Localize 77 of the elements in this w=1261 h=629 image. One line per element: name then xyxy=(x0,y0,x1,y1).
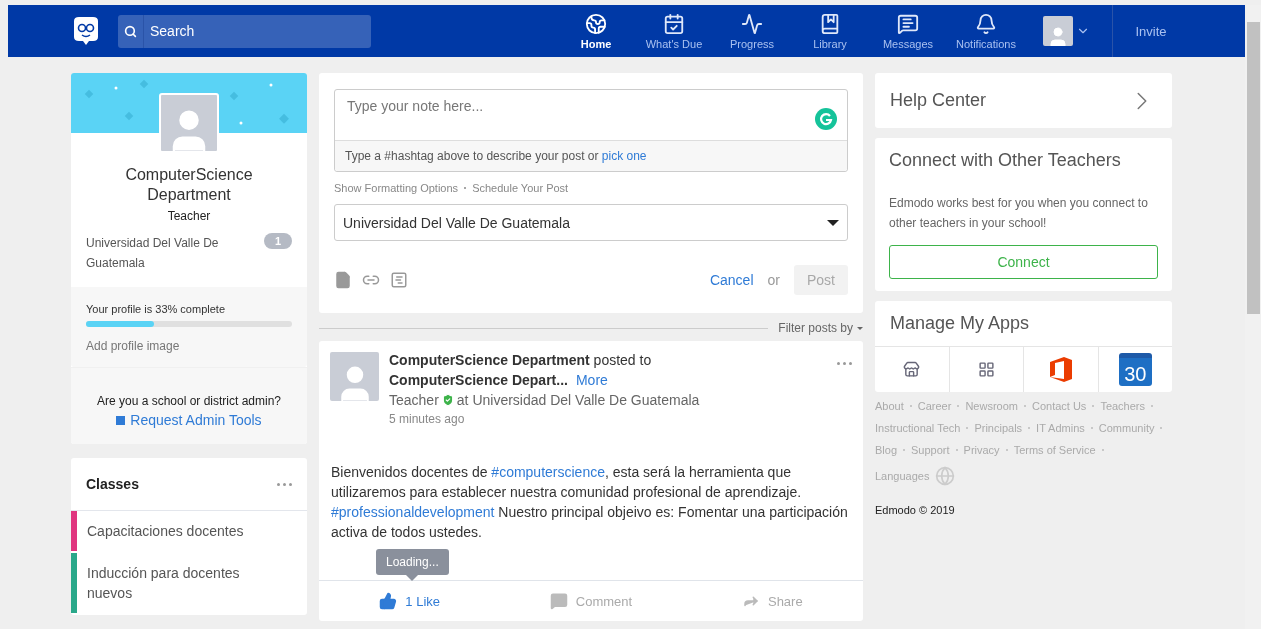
author-school: at Universidad Del Valle De Guatemala xyxy=(456,392,700,408)
profile-completion-label: Your profile is 33% complete xyxy=(86,303,226,315)
classes-title: Classes xyxy=(86,476,139,492)
nav-tab[interactable]: Home xyxy=(557,12,635,50)
nav-tab[interactable]: Progress xyxy=(713,12,791,50)
school-name[interactable]: Universidad Del Valle De Guatemala xyxy=(86,233,226,273)
footer-link[interactable]: Instructional Tech xyxy=(875,422,961,434)
post-target[interactable]: ComputerScience Depart... xyxy=(389,372,568,388)
admin-question: Are you a school or district admin? xyxy=(95,394,283,408)
nav-tab[interactable]: What's Due xyxy=(635,12,713,50)
hashtag-hint: Type a #hashtag above to describe your post or pick one xyxy=(335,140,847,171)
post-text: Bienvenidos docentes de #computerscience, esta será la herramienta que utilizaremos para establecer nuestra comunidad profesional de aprendizaje. #professionaldevelopment Nuestro principal objeivo es: Fomentar una participación activa de todos ustedes. xyxy=(331,463,849,542)
option-link[interactable]: Show Formatting Options xyxy=(334,182,459,194)
footer-link[interactable]: Privacy xyxy=(963,444,1000,456)
more-icon[interactable] xyxy=(277,482,292,486)
class-item[interactable]: Inducción para docentes nuevos xyxy=(71,553,307,613)
globe-icon xyxy=(585,12,607,35)
footer-link[interactable]: Contact Us xyxy=(1031,400,1087,412)
request-admin-tools-link[interactable]: Request Admin Tools xyxy=(81,412,297,428)
search-input[interactable]: Search xyxy=(144,23,371,39)
search-icon xyxy=(124,24,137,38)
filter-posts-dropdown[interactable]: Filter posts by xyxy=(778,321,863,335)
calendar-app-icon[interactable]: 30 xyxy=(1118,353,1152,386)
bell-icon xyxy=(975,12,997,35)
hashtag-link[interactable]: #professionaldevelopment xyxy=(331,504,495,520)
author-role: Teacher xyxy=(389,392,439,408)
pulse-icon xyxy=(741,12,763,35)
library-item-icon[interactable] xyxy=(390,271,408,289)
help-center-card[interactable]: Help Center xyxy=(875,73,1172,128)
connect-description: Edmodo works best for you when you connect to other teachers in your school! xyxy=(889,195,1149,232)
nav-tab[interactable]: Library xyxy=(791,12,869,50)
thumbs-up-icon xyxy=(379,592,398,610)
more-icon[interactable] xyxy=(837,362,852,365)
file-icon[interactable] xyxy=(334,271,352,289)
profile-name: ComputerScience Department xyxy=(124,165,254,205)
caret-icon xyxy=(827,219,839,226)
grammar-check-icon[interactable] xyxy=(815,108,837,130)
option-link[interactable]: Schedule Your Post xyxy=(472,182,569,194)
post-time: 5 minutes ago xyxy=(389,412,466,426)
chat-bubble-icon xyxy=(897,12,919,35)
post-header: ComputerScience Department posted to xyxy=(389,352,653,368)
copyright: Edmodo © 2019 xyxy=(875,504,956,516)
footer-link[interactable]: Newsroom xyxy=(965,400,1018,412)
hashtag-link[interactable]: #computerscience xyxy=(491,464,605,480)
office-logo-icon[interactable] xyxy=(1048,356,1073,383)
help-center-title: Help Center xyxy=(890,90,987,111)
cancel-link[interactable]: Cancel xyxy=(709,272,754,288)
or-label: or xyxy=(767,272,780,288)
share-button[interactable]: Share xyxy=(681,581,863,621)
like-button[interactable]: 1 Like xyxy=(319,581,501,621)
invite-link[interactable]: Invite xyxy=(1112,5,1189,57)
footer-link[interactable]: Terms of Service xyxy=(1013,444,1096,456)
speech-bubble-icon xyxy=(549,592,568,610)
nav-tab[interactable]: Notifications xyxy=(947,12,1025,50)
languages-link[interactable]: Languages xyxy=(875,466,956,486)
apps-title: Manage My Apps xyxy=(890,313,1031,334)
connect-button[interactable]: Connect xyxy=(889,245,1158,279)
more-link[interactable]: More xyxy=(575,372,608,388)
class-item[interactable]: Capacitaciones docentes xyxy=(71,511,307,551)
grid-icon[interactable] xyxy=(977,361,995,378)
recipient-dropdown[interactable]: Universidad Del Valle De Guatemala xyxy=(334,204,848,241)
footer-link[interactable]: Teachers xyxy=(1100,400,1145,412)
add-profile-image-link[interactable]: Add profile image xyxy=(86,339,292,353)
connect-title: Connect with Other Teachers xyxy=(889,150,1122,171)
calendar-check-icon xyxy=(663,12,685,35)
comment-button[interactable]: Comment xyxy=(500,581,682,621)
store-icon[interactable] xyxy=(903,361,921,378)
tooltip-pointer-icon xyxy=(406,575,418,581)
globe-icon xyxy=(935,466,956,486)
author-avatar[interactable] xyxy=(330,352,379,401)
search-field[interactable]: Search xyxy=(118,14,371,48)
pick-one-link[interactable]: pick one xyxy=(601,149,647,163)
profile-role: Teacher xyxy=(166,209,212,223)
nav-tab[interactable]: Messages xyxy=(869,12,947,50)
count-badge: 1 xyxy=(263,233,292,249)
footer-link[interactable]: Community xyxy=(1098,422,1155,434)
book-icon xyxy=(819,12,841,35)
